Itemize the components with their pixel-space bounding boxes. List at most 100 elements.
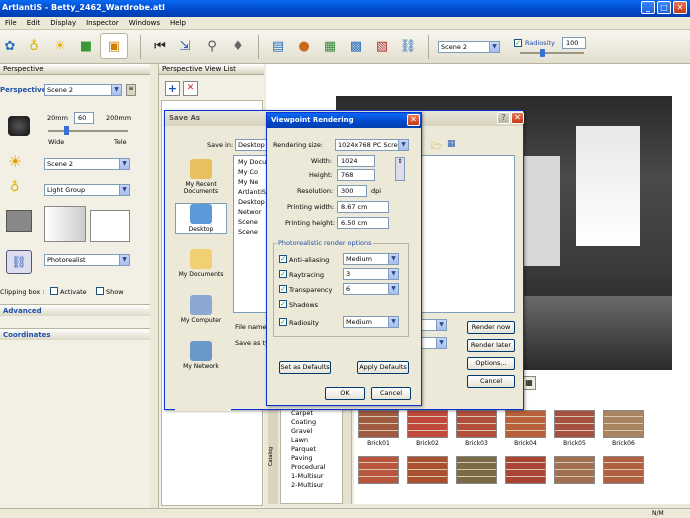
light-icon[interactable]: ♦ xyxy=(228,36,248,56)
texture-swatch[interactable] xyxy=(358,410,399,438)
viewpoint-close-button[interactable]: ✕ xyxy=(407,114,420,126)
radiosity-checkbox[interactable]: ✓ xyxy=(514,39,522,47)
activate-checkbox[interactable] xyxy=(50,287,58,295)
navigate-icon[interactable]: ⇲ xyxy=(175,36,195,56)
menu-display[interactable]: Display xyxy=(45,17,81,29)
render-type-combo[interactable]: Photorealist ▼ xyxy=(44,254,130,266)
tree-scrollbar[interactable] xyxy=(342,408,351,504)
anti-aliasing-combo[interactable]: Medium ▼ xyxy=(343,253,399,265)
light-group-combo[interactable]: Light Group ▼ xyxy=(44,184,130,196)
minimize-button[interactable]: _ xyxy=(641,1,655,14)
save-type-combo[interactable]: ▼ xyxy=(419,337,447,349)
ok-button[interactable]: OK xyxy=(325,387,365,400)
viewpoint-cancel-button[interactable]: Cancel xyxy=(371,387,411,400)
menu-file[interactable]: File xyxy=(0,17,22,29)
maximize-button[interactable]: □ xyxy=(657,1,671,14)
radiosity-slider[interactable] xyxy=(520,52,584,54)
file-item[interactable]: ArtlantiS xyxy=(238,188,266,196)
texture-swatch[interactable] xyxy=(358,456,399,484)
skip-start-icon[interactable]: ⏮ xyxy=(150,36,170,56)
texture-swatch[interactable] xyxy=(603,456,644,484)
width-field[interactable]: 1024 xyxy=(337,155,375,167)
render-later-button[interactable]: Render later xyxy=(467,339,515,352)
place-my-computer[interactable]: My Computer xyxy=(175,295,227,324)
file-item[interactable]: My Ne xyxy=(238,178,258,186)
transparency-combo[interactable]: 6 ▼ xyxy=(343,283,399,295)
sun-combo[interactable]: Scene 2 ▼ xyxy=(44,158,130,170)
texture-swatch[interactable] xyxy=(456,410,497,438)
background-icon[interactable] xyxy=(6,210,32,232)
sun-icon[interactable]: ☀ xyxy=(50,36,70,56)
catalog-view-button[interactable]: ▦ xyxy=(522,376,536,390)
file-item[interactable]: Networ xyxy=(238,208,261,216)
close-button[interactable]: ✕ xyxy=(673,1,687,14)
focal-value-field[interactable]: 60 xyxy=(74,112,94,124)
radiosity-value-field[interactable]: 100 xyxy=(562,37,586,49)
show-checkbox[interactable] xyxy=(96,287,104,295)
texture-swatch[interactable] xyxy=(505,456,546,484)
camera-icon[interactable]: ▣ xyxy=(100,33,128,59)
file-item[interactable]: Scene xyxy=(238,228,258,236)
file-item[interactable]: Scene xyxy=(238,218,258,226)
cancel-button[interactable]: Cancel xyxy=(467,375,515,388)
place-my-network[interactable]: My Network xyxy=(175,341,227,370)
apply-defaults-button[interactable]: Apply Defaults xyxy=(357,361,409,374)
texture-swatch[interactable] xyxy=(505,410,546,438)
foreground-preview[interactable] xyxy=(90,210,130,242)
render-now-button[interactable]: Render now xyxy=(467,321,515,334)
texture-swatch[interactable] xyxy=(603,410,644,438)
place-desktop[interactable]: Desktop xyxy=(175,203,227,234)
options-button[interactable]: Options... xyxy=(467,357,515,370)
texture-swatch[interactable] xyxy=(554,410,595,438)
place-recent[interactable]: My Recent Documents xyxy=(175,159,227,195)
radiosity-option-combo[interactable]: Medium ▼ xyxy=(343,316,399,328)
menu-icon[interactable]: ≡ xyxy=(126,84,136,96)
image-icon[interactable]: ▦ xyxy=(320,36,340,56)
slider-thumb[interactable] xyxy=(64,126,69,135)
folder-icon[interactable]: 🗁 xyxy=(431,139,442,155)
render-icon[interactable]: ▧ xyxy=(372,36,392,56)
texture-swatch[interactable] xyxy=(407,456,448,484)
chain-icon[interactable]: ⛓ xyxy=(398,36,418,56)
menu-help[interactable]: Help xyxy=(165,17,191,29)
anti-aliasing-checkbox[interactable]: ✓ xyxy=(279,255,287,263)
background-preview[interactable] xyxy=(44,206,86,242)
height-field[interactable]: 768 xyxy=(337,169,375,181)
advanced-section-header[interactable]: Advanced xyxy=(0,304,150,316)
raytracing-combo[interactable]: 3 ▼ xyxy=(343,268,399,280)
lock-ratio-icon[interactable]: ⇕ xyxy=(395,157,405,181)
help-button[interactable]: ? xyxy=(497,112,510,124)
add-view-button[interactable]: + xyxy=(165,81,180,96)
window-icon[interactable]: ▤ xyxy=(268,36,288,56)
delete-view-button[interactable]: ✕ xyxy=(183,81,198,96)
texture-swatch[interactable] xyxy=(456,456,497,484)
menu-inspector[interactable]: Inspector xyxy=(81,17,124,29)
file-item[interactable]: Desktop xyxy=(238,198,265,206)
texture-swatch[interactable] xyxy=(554,456,595,484)
cube-icon[interactable]: ■ xyxy=(76,36,96,56)
coordinates-section-header[interactable]: Coordinates xyxy=(0,328,150,340)
shadows-checkbox[interactable]: ✓ xyxy=(279,300,287,308)
file-item[interactable]: My Co xyxy=(238,168,258,176)
transparency-checkbox[interactable]: ✓ xyxy=(279,285,287,293)
save-as-close-button[interactable]: ✕ xyxy=(511,112,524,124)
picture-icon[interactable]: ▩ xyxy=(346,36,366,56)
scene-combo[interactable]: Scene 2 ▼ xyxy=(44,84,122,96)
menu-edit[interactable]: Edit xyxy=(22,17,46,29)
chain-icon[interactable]: ⛓ xyxy=(6,250,32,274)
sphere-icon[interactable]: ● xyxy=(294,36,314,56)
view-menu-icon[interactable]: ▦ xyxy=(447,139,456,149)
file-item[interactable]: My Docu xyxy=(238,158,266,166)
rendering-size-combo[interactable]: 1024x768 PC Screen ▼ xyxy=(335,139,409,151)
texture-swatch[interactable] xyxy=(407,410,448,438)
bulb-icon[interactable]: ♁ xyxy=(24,36,44,56)
printing-width-field[interactable]: 8.67 cm xyxy=(337,201,389,213)
menu-windows[interactable]: Windows xyxy=(124,17,165,29)
file-name-field[interactable]: ▼ xyxy=(419,319,447,331)
set-defaults-button[interactable]: Set as Defaults xyxy=(279,361,331,374)
zoom-icon[interactable]: ⚲ xyxy=(202,36,222,56)
place-my-documents[interactable]: My Documents xyxy=(175,249,227,278)
slider-thumb[interactable] xyxy=(540,49,545,57)
resolution-field[interactable]: 300 xyxy=(337,185,367,197)
printing-height-field[interactable]: 6.50 cm xyxy=(337,217,389,229)
